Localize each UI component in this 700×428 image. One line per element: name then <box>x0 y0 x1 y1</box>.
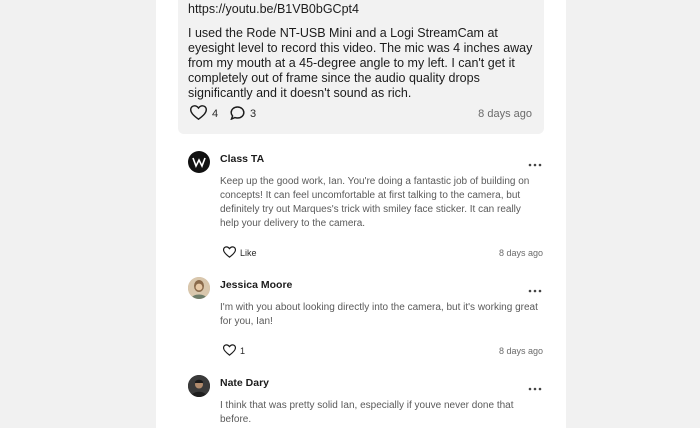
post-body-text: I used the Rode NT-USB Mini and a Logi S… <box>188 26 533 100</box>
post-comment-count: 3 <box>250 108 257 120</box>
post-timestamp: 8 days ago <box>478 108 532 120</box>
more-dots-icon[interactable] <box>528 155 542 167</box>
more-dots-icon[interactable] <box>528 281 542 293</box>
comment-timestamp: 8 days ago <box>498 346 543 356</box>
post-actions: 4 3 8 days ago <box>189 104 534 124</box>
comment-like-count[interactable]: 1 <box>240 346 245 356</box>
comment-author[interactable]: Nate Dary <box>220 377 269 389</box>
post-video-link[interactable]: https://youtu.be/B1VB0bGCpt4 <box>188 2 359 16</box>
comment-actions: Like 8 days ago <box>222 246 543 260</box>
post-like-count: 4 <box>212 108 219 120</box>
comment-text: I think that was pretty solid Ian, espec… <box>220 400 514 425</box>
avatar[interactable] <box>188 277 210 299</box>
heart-icon[interactable] <box>222 246 237 260</box>
more-dots-icon[interactable] <box>528 379 542 391</box>
comment-author[interactable]: Class TA <box>220 153 264 165</box>
comment-actions: 1 8 days ago <box>222 344 543 358</box>
heart-icon[interactable] <box>222 344 237 358</box>
avatar[interactable] <box>188 375 210 397</box>
comment-item: Jessica Moore I'm with you about looking… <box>188 277 544 362</box>
avatar[interactable] <box>188 151 210 173</box>
comment-item: Class TA Keep up the good work, Ian. You… <box>188 151 544 261</box>
like-button[interactable]: Like <box>240 248 257 258</box>
comment-author[interactable]: Jessica Moore <box>220 279 292 291</box>
comment-text: Keep up the good work, Ian. You're doing… <box>220 176 530 229</box>
heart-icon[interactable] <box>189 105 208 123</box>
comment-timestamp: 8 days ago <box>498 248 543 258</box>
speech-bubble-icon[interactable] <box>230 106 245 123</box>
comment-item: Nate Dary I think that was pretty solid … <box>188 375 544 428</box>
comment-text: I'm with you about looking directly into… <box>220 302 538 327</box>
